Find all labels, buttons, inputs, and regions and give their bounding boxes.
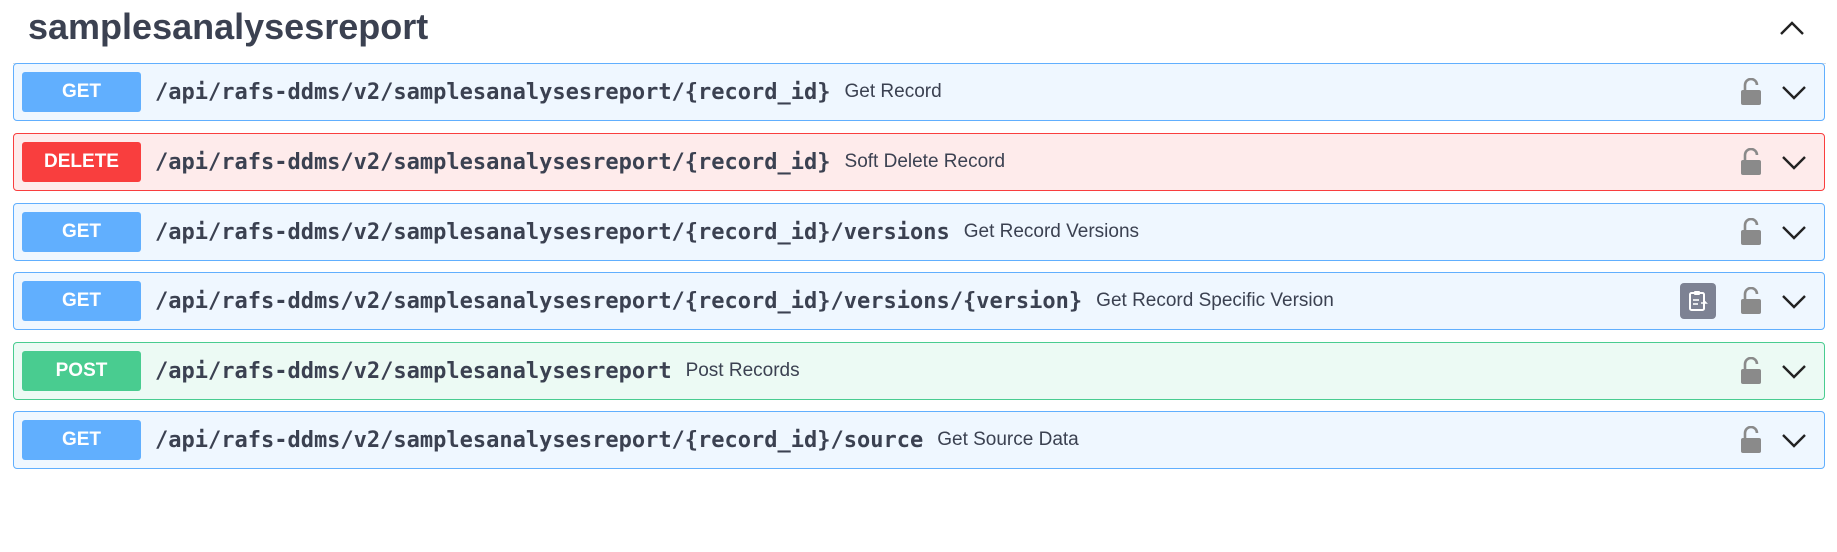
- operation-get-record[interactable]: GET /api/rafs-ddms/v2/samplesanalysesrep…: [13, 63, 1825, 121]
- operation-summary: Soft Delete Record: [844, 151, 1006, 172]
- method-badge: POST: [22, 351, 141, 391]
- lock-icon[interactable]: [1738, 147, 1764, 177]
- operation-get-record-specific-version[interactable]: GET /api/rafs-ddms/v2/samplesanalysesrep…: [13, 272, 1825, 330]
- operation-post-records[interactable]: POST /api/rafs-ddms/v2/samplesanalysesre…: [13, 342, 1825, 400]
- operation-path: /api/rafs-ddms/v2/samplesanalysesreport/…: [155, 219, 950, 245]
- operation-summary: Get Record: [844, 81, 942, 102]
- chevron-down-icon[interactable]: [1778, 147, 1810, 177]
- method-badge: GET: [22, 281, 141, 321]
- operations-tag-section: samplesanalysesreport GET /api/rafs-ddms…: [0, 0, 1837, 552]
- chevron-down-icon[interactable]: [1778, 356, 1810, 386]
- operation-summary: Get Record Versions: [963, 221, 1140, 242]
- operation-path: /api/rafs-ddms/v2/samplesanalysesreport: [155, 358, 672, 384]
- chevron-down-icon[interactable]: [1778, 77, 1810, 107]
- operation-path: /api/rafs-ddms/v2/samplesanalysesreport/…: [155, 288, 1083, 314]
- operation-get-record-versions[interactable]: GET /api/rafs-ddms/v2/samplesanalysesrep…: [13, 203, 1825, 261]
- lock-icon[interactable]: [1738, 425, 1764, 455]
- chevron-down-icon[interactable]: [1778, 425, 1810, 455]
- operation-path: /api/rafs-ddms/v2/samplesanalysesreport/…: [155, 79, 831, 105]
- method-badge: GET: [22, 72, 141, 112]
- lock-icon[interactable]: [1738, 217, 1764, 247]
- tag-title[interactable]: samplesanalysesreport: [28, 6, 428, 48]
- lock-icon[interactable]: [1738, 77, 1764, 107]
- method-badge: GET: [22, 212, 141, 252]
- operation-path: /api/rafs-ddms/v2/samplesanalysesreport/…: [155, 149, 831, 175]
- operation-summary: Post Records: [685, 360, 800, 381]
- operation-summary: Get Source Data: [937, 429, 1079, 450]
- method-badge: DELETE: [22, 142, 141, 182]
- operation-path: /api/rafs-ddms/v2/samplesanalysesreport/…: [155, 427, 924, 453]
- clipboard-copy-icon[interactable]: [1680, 283, 1716, 319]
- operation-soft-delete-record[interactable]: DELETE /api/rafs-ddms/v2/samplesanalyses…: [13, 133, 1825, 191]
- tag-header[interactable]: samplesanalysesreport: [13, 0, 1826, 64]
- chevron-up-icon[interactable]: [1772, 10, 1812, 46]
- operation-get-source-data[interactable]: GET /api/rafs-ddms/v2/samplesanalysesrep…: [13, 411, 1825, 469]
- lock-icon[interactable]: [1738, 286, 1764, 316]
- lock-icon[interactable]: [1738, 356, 1764, 386]
- chevron-down-icon[interactable]: [1778, 286, 1810, 316]
- method-badge: GET: [22, 420, 141, 460]
- chevron-down-icon[interactable]: [1778, 217, 1810, 247]
